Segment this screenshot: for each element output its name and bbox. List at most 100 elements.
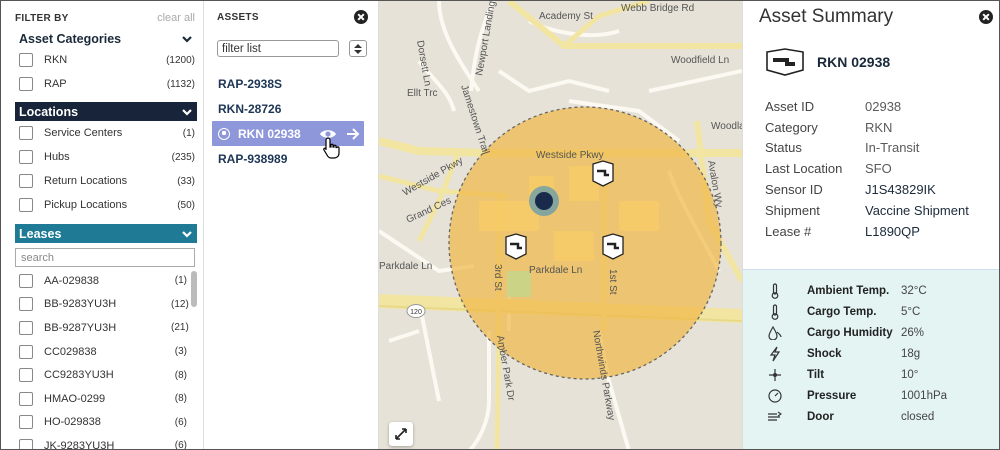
filter-item-count: (1) [182,127,195,139]
leases-label: Leases [19,226,62,241]
location-filter-item[interactable]: Service Centers (1) [19,121,195,145]
filter-item-count: (12) [171,298,189,310]
street-label: 1st St [607,269,618,295]
arrow-right-icon[interactable] [346,127,360,140]
sensor-value: 18g [901,348,921,361]
category-filter-item[interactable]: RKN (1200) [19,48,195,72]
lease-scrollbar[interactable] [191,271,197,307]
thermometer-icon [767,304,783,321]
field-value: Vaccine Shipment [865,202,969,218]
sort-toggle-button[interactable] [349,40,367,57]
asset-marker-icon [505,233,527,260]
location-filter-item[interactable]: Hubs (235) [19,145,195,169]
door-icon [767,409,783,425]
pressure-gauge-icon [767,388,783,404]
field-label: Status [765,140,802,156]
asset-marker-icon [602,233,624,260]
checkbox[interactable] [19,391,33,406]
filter-item-label: BB-9287YU3H [44,321,117,334]
asset-list-item[interactable]: RKN-28726 [204,96,357,121]
tilt-icon [767,367,783,383]
field-label: Sensor ID [765,182,823,198]
asset-item-label: RAP-938989 [218,151,288,166]
chevron-down-icon[interactable] [181,228,193,240]
street-label: Academy St [539,11,593,22]
lease-search-input[interactable] [15,248,195,267]
asset-list-item[interactable]: RAP-2938S [204,71,357,96]
lease-filter-item[interactable]: HO-029838 (6) [19,411,187,435]
filter-item-count: (235) [171,151,195,163]
map-view[interactable]: 120 Academy St Webb Bridge Rd Jamestown … [379,1,742,450]
close-icon[interactable] [979,10,993,24]
asset-item-label: RAP-2938S [218,76,283,91]
checkbox[interactable] [19,53,33,67]
clear-all-link[interactable]: clear all [157,12,195,24]
lightning-icon [767,346,783,362]
lease-filter-item[interactable]: HMAO-0299 (8) [19,387,187,411]
checkbox[interactable] [19,77,33,91]
sensor-row: Tilt 10° [743,365,999,386]
asset-filter-input[interactable] [217,40,339,57]
asset-list: RAP-2938S RKN-28726 RKN 02938 RAP-938989 [204,71,378,171]
lease-filter-item[interactable]: BB-9287YU3H (21) [19,316,189,340]
assets-panel: ASSETS RAP-2938S RKN-28726 RKN 02938 RAP-93… [204,1,577,449]
sensor-value: 1001hPa [901,389,948,402]
chevron-down-icon[interactable] [181,106,193,118]
street-label: Westside Pkwy [536,150,604,161]
location-filter-item[interactable]: Pickup Locations (50) [19,193,195,217]
deselect-icon[interactable] [218,127,230,140]
lease-filter-item[interactable]: BB-9283YU3H (12) [19,293,189,317]
category-filter-item[interactable]: RAP (1132) [19,72,195,96]
filter-item-count: (1) [174,275,187,287]
checkbox[interactable] [19,174,33,188]
lease-filter-item[interactable]: JK-9283YU3H (6) [19,434,187,450]
summary-field: Sensor ID J1S43829IK [743,179,999,200]
checkbox[interactable] [19,198,33,212]
checkbox[interactable] [19,273,33,288]
chevron-down-icon[interactable] [181,33,193,45]
location-filter-item[interactable]: Return Locations (33) [19,169,195,193]
app-window: FILTER BY clear all Asset Categories RKN… [0,0,1000,450]
checkbox[interactable] [19,415,33,430]
filter-item-count: (3) [174,346,187,358]
filter-item-count: (6) [174,416,187,428]
field-label: Lease # [765,223,812,239]
asset-item-label: RKN 02938 [238,126,301,141]
lease-filter-item[interactable]: CC029838 (3) [19,340,187,364]
checkbox[interactable] [19,438,33,449]
asset-name: RKN 02938 [817,54,891,70]
map-canvas[interactable]: 120 Academy St Webb Bridge Rd Jamestown … [379,1,742,450]
asset-summary-panel: Asset Summary RKN 02938 Asset ID 02938 Cat… [742,1,999,449]
sensor-label: Pressure [807,389,857,402]
asset-categories-header[interactable]: Asset Categories [15,29,197,48]
filter-item-label: RAP [44,78,67,90]
sensor-value: 5°C [901,306,921,319]
assets-title: ASSETS [217,11,259,23]
leases-header[interactable]: Leases [15,224,197,243]
sensor-row: Cargo Temp. 5°C [743,302,999,323]
expand-map-button[interactable] [389,422,413,446]
field-value: In-Transit [865,140,920,156]
lease-filter-item[interactable]: CC9283YU3H (8) [19,363,187,387]
filter-item-label: HO-029838 [44,416,101,429]
sensor-value: 26% [901,327,925,340]
current-location-marker [529,186,559,216]
checkbox[interactable] [19,297,33,312]
filter-item-label: CC029838 [44,345,97,358]
close-icon[interactable] [354,10,368,24]
filter-item-count: (6) [174,440,187,450]
summary-title: Asset Summary [759,6,894,27]
checkbox[interactable] [19,150,33,164]
field-value: 02938 [865,98,902,114]
sensor-label: Ambient Temp. [807,285,890,298]
filter-item-count: (33) [177,175,195,187]
sensor-value: 10° [901,369,919,381]
locations-header[interactable]: Locations [15,102,197,121]
checkbox[interactable] [19,344,33,359]
lease-filter-item[interactable]: AA-029838 (1) [19,269,187,293]
checkbox[interactable] [19,368,33,383]
asset-categories-label: Asset Categories [19,31,122,46]
checkbox[interactable] [19,126,33,140]
checkbox[interactable] [19,320,33,335]
filter-item-label: Return Locations [44,175,128,187]
